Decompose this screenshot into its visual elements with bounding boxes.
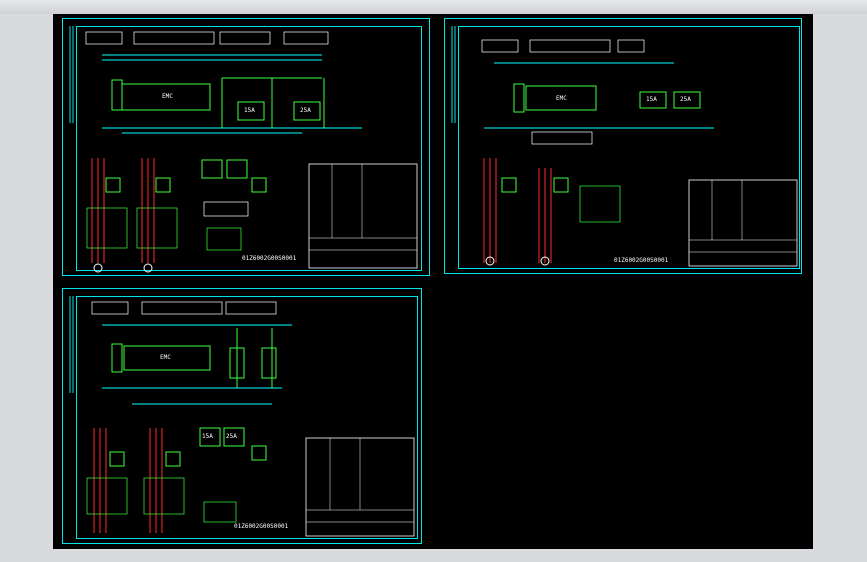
sheet-1-block-label-a: 15A [244,107,255,114]
sheet-3-graphics [62,288,422,544]
sheet-3-wire-code: 01Z6002G00S0001 [234,523,289,530]
sheet-3-block-label-a: 15A [202,433,213,440]
drawing-sheet-2[interactable]: EMC 15A 25A 01Z6002G00S0001 [444,18,802,274]
drawing-canvas[interactable]: EMC 15A 25A 01Z6002G00S0001 EMC 15A 25A … [53,14,813,549]
drawing-sheet-3[interactable]: EMC 15A 25A 01Z6002G00S0001 [62,288,422,544]
window-top-bar [0,0,867,14]
drawing-sheet-1[interactable]: EMC 15A 25A 01Z6002G00S0001 [62,18,430,276]
sheet-1-wire-code: 01Z6002G00S0001 [242,255,297,262]
sheet-2-graphics [444,18,802,274]
sheet-2-wire-code: 01Z6002G00S0001 [614,257,669,264]
sheet-1-chip-label: EMC [162,93,173,100]
sheet-2-chip-label: EMC [556,95,567,102]
sheet-3-chip-label: EMC [160,354,171,361]
sheet-3-block-label-b: 25A [226,433,237,440]
sheet-1-block-label-b: 25A [300,107,311,114]
sheet-2-block-label-a: 15A [646,96,657,103]
sheet-2-block-label-b: 25A [680,96,691,103]
sheet-1-graphics [62,18,430,276]
